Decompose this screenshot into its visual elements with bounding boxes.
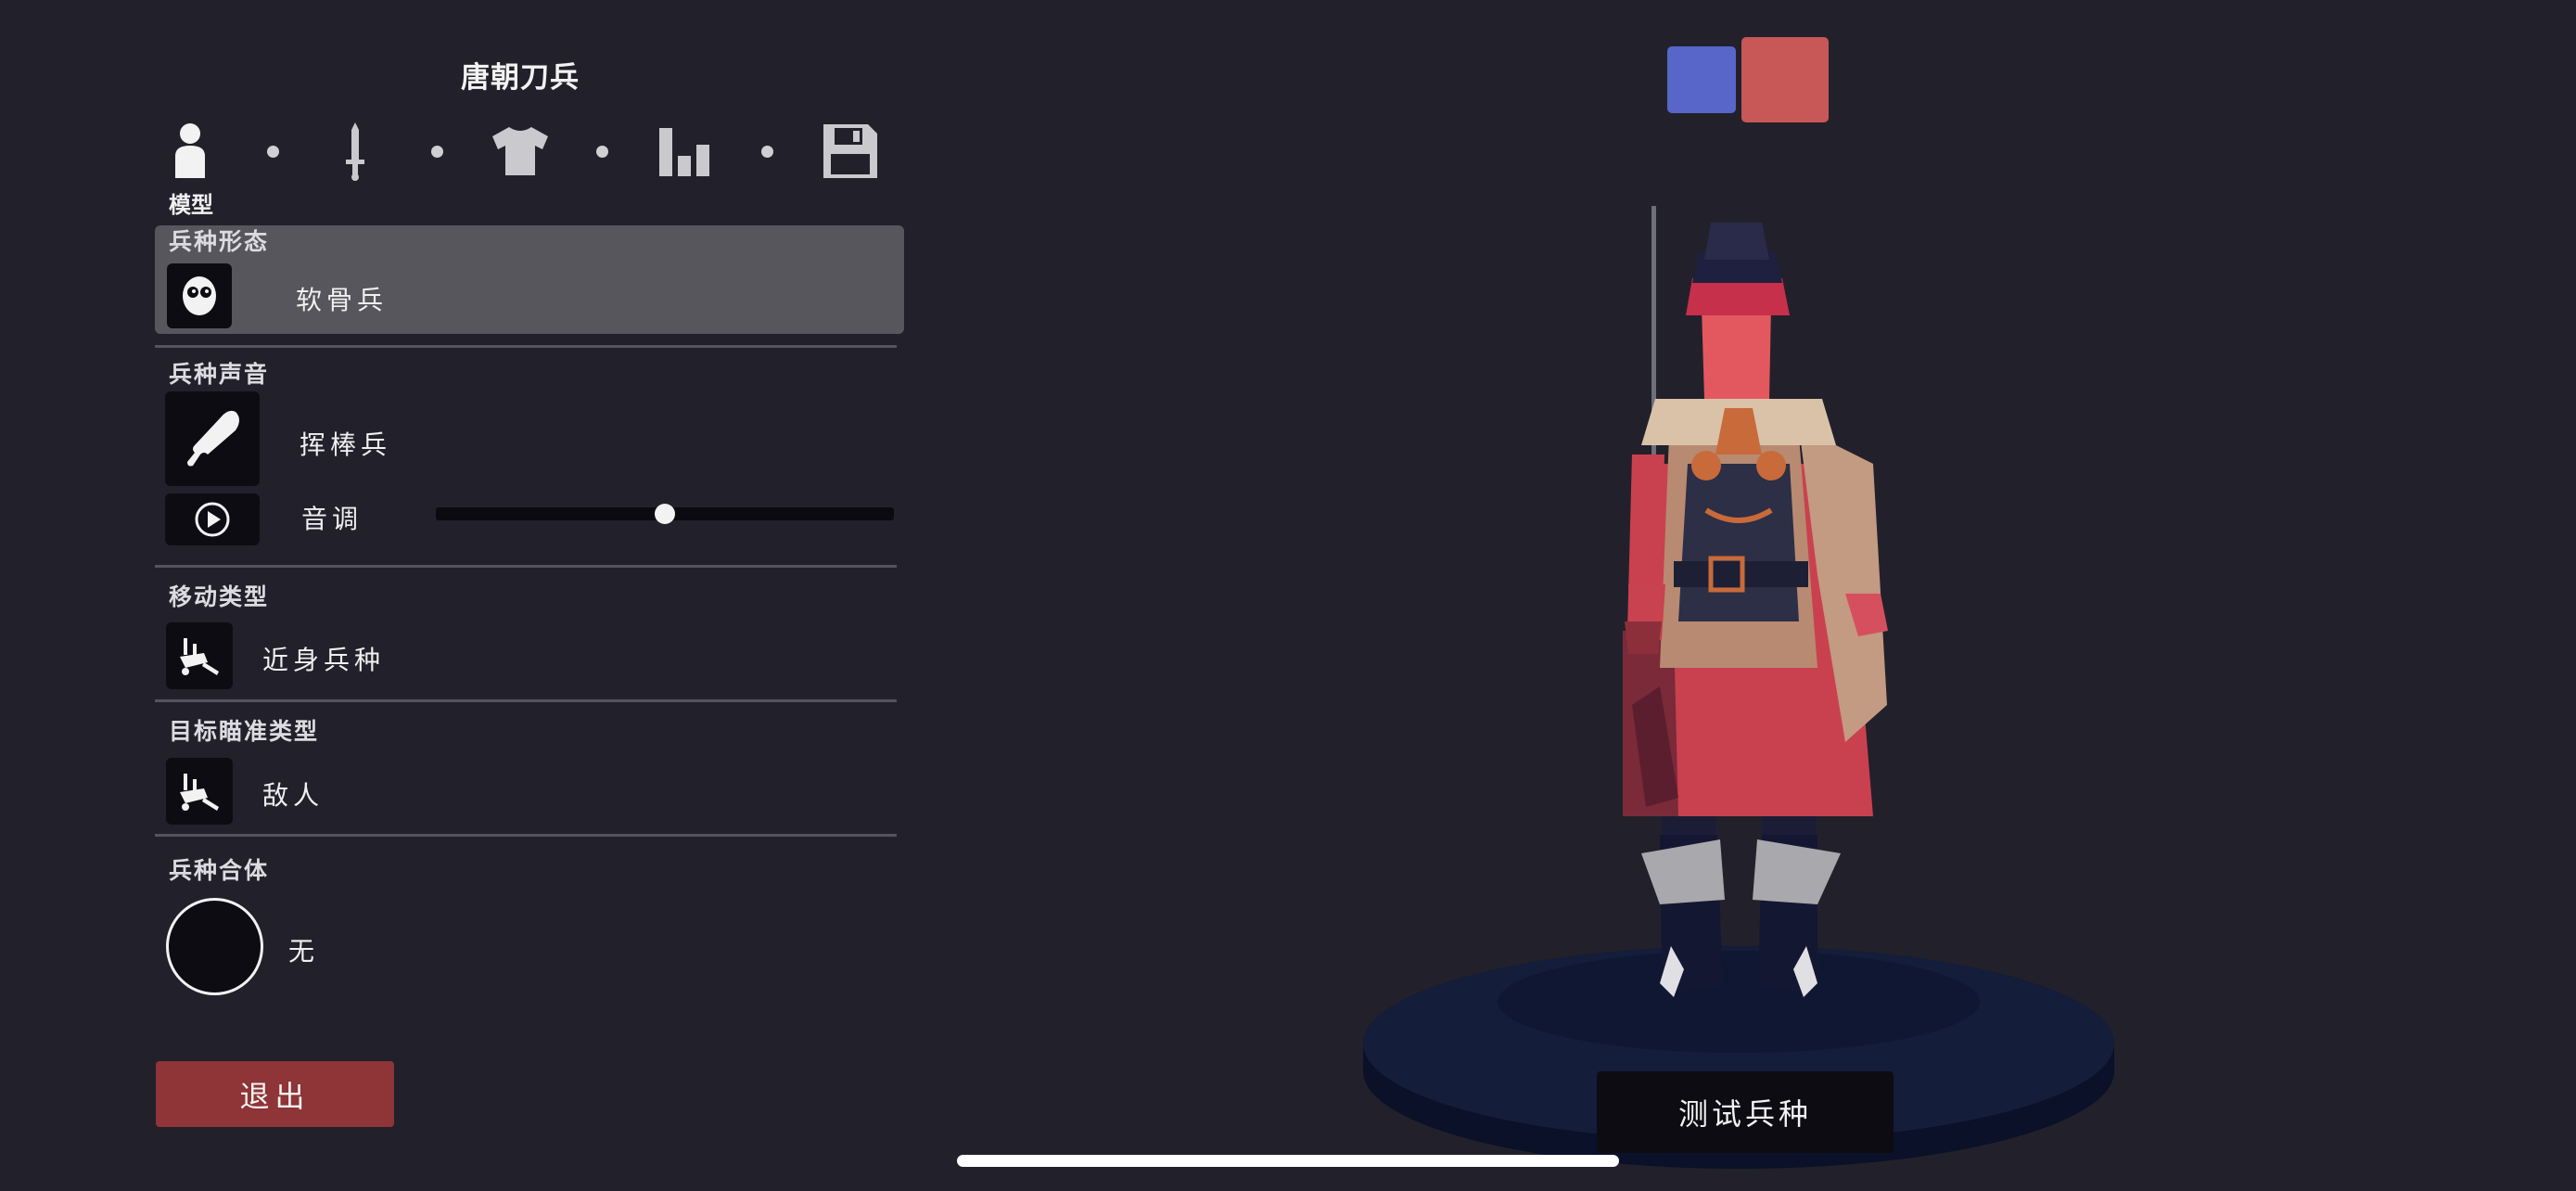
divider xyxy=(155,834,897,837)
divider xyxy=(155,565,897,568)
tab-weapons[interactable] xyxy=(323,119,388,184)
tab-separator-dot xyxy=(431,146,443,158)
unit-voice-label: 兵种声音 xyxy=(169,361,270,388)
unit-form-icon-box xyxy=(167,263,232,328)
bar-stats-icon xyxy=(659,128,709,176)
team-red-swatch[interactable] xyxy=(1741,37,1829,122)
play-voice-button[interactable] xyxy=(165,493,260,545)
tab-separator-dot xyxy=(596,146,608,158)
tab-model[interactable] xyxy=(158,119,223,184)
pitch-slider-thumb[interactable] xyxy=(655,504,675,524)
unit-voice-button[interactable] xyxy=(165,391,260,486)
targeting-type-button[interactable] xyxy=(166,758,233,825)
team-blue-swatch[interactable] xyxy=(1667,46,1736,113)
tab-clothing[interactable] xyxy=(488,119,553,184)
tab-stats[interactable] xyxy=(653,119,718,184)
save-disk-icon xyxy=(823,124,877,178)
divider xyxy=(155,699,897,702)
target-enemy-icon xyxy=(180,774,219,811)
test-unit-button[interactable]: 测试兵种 xyxy=(1597,1071,1894,1153)
person-icon xyxy=(175,123,205,178)
play-icon xyxy=(195,502,230,537)
divider xyxy=(155,345,897,348)
tab-save[interactable] xyxy=(818,119,883,184)
exit-button[interactable]: 退出 xyxy=(156,1061,394,1127)
tab-separator-dot xyxy=(761,146,773,158)
unit-editor-panel: 唐朝刀兵 模型 兵种形态 软骨兵 兵种声音 挥棒兵 音调 移动类型 近身兵种 目… xyxy=(0,0,927,1191)
unit-model xyxy=(1623,206,1888,997)
unit-form-label: 兵种形态 xyxy=(169,228,270,255)
unit-merge-value: 无 xyxy=(288,936,320,967)
unit-name-title: 唐朝刀兵 xyxy=(461,61,580,95)
home-indicator-bar[interactable] xyxy=(957,1155,1619,1167)
movement-type-label: 移动类型 xyxy=(169,583,270,610)
movement-type-button[interactable] xyxy=(166,622,233,689)
unit-preview-scene xyxy=(1363,206,2114,1169)
tab-separator-dot xyxy=(267,146,279,158)
targeting-type-value: 敌人 xyxy=(262,780,325,811)
empty-circle-icon[interactable] xyxy=(166,898,263,995)
sword-icon xyxy=(346,122,364,181)
melee-unit-icon xyxy=(180,638,219,675)
shirt-icon xyxy=(492,127,548,175)
unit-merge-label: 兵种合体 xyxy=(169,857,270,884)
unit-form-value: 软骨兵 xyxy=(296,285,389,315)
targeting-type-label: 目标瞄准类型 xyxy=(169,718,320,745)
drumstick-icon xyxy=(187,410,239,467)
movement-type-value: 近身兵种 xyxy=(262,645,386,675)
tab-model-label: 模型 xyxy=(169,192,213,218)
ragdoll-face-icon xyxy=(183,276,216,315)
unit-voice-value: 挥棒兵 xyxy=(300,429,392,460)
pitch-label: 音调 xyxy=(301,504,363,534)
